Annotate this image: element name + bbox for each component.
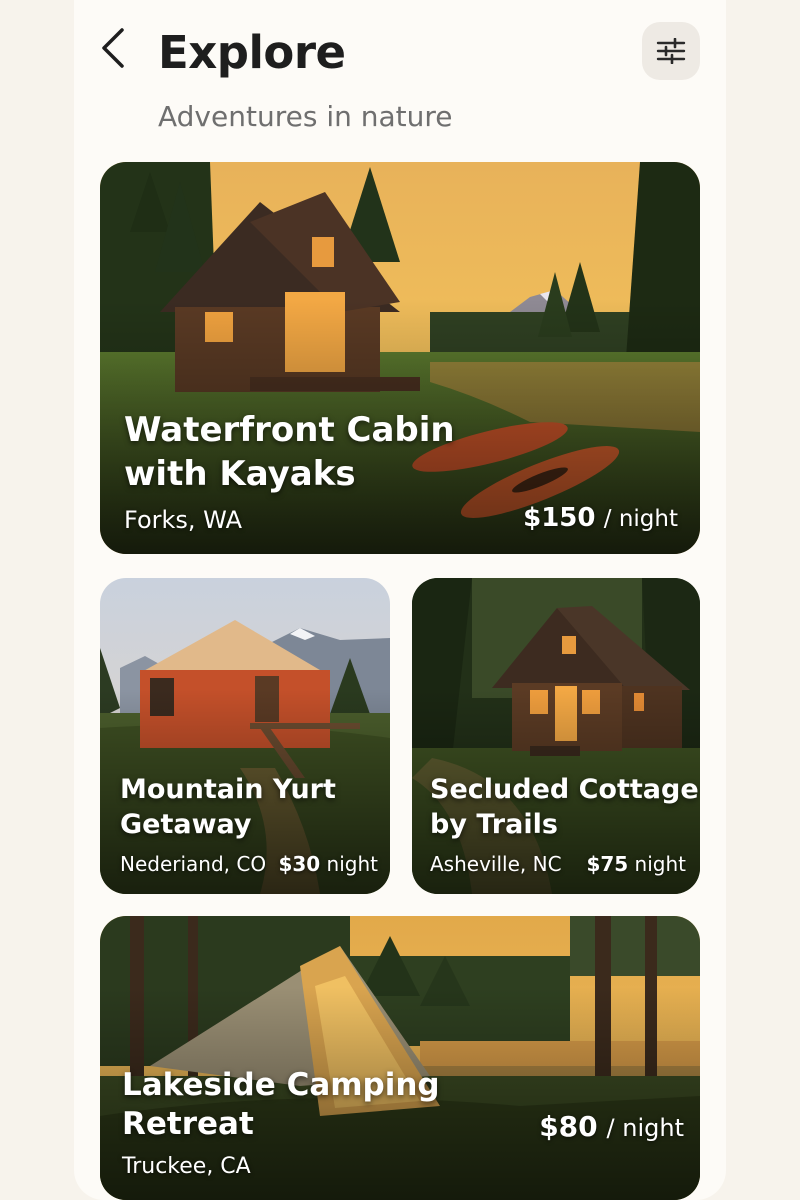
filter-button[interactable] (642, 22, 700, 80)
listing-card-waterfront-cabin[interactable]: Waterfront Cabin with Kayaks Forks, WA $… (100, 162, 700, 554)
listing-price: $30 night (278, 852, 378, 876)
sliders-icon (656, 38, 686, 64)
listing-location: Forks, WA (124, 506, 242, 534)
listing-card-lakeside-camping[interactable]: Lakeside Camping Retreat Truckee, CA $80… (100, 916, 700, 1200)
listing-card-mountain-yurt[interactable]: Mountain Yurt Getaway Nederiand, CO $30 … (100, 578, 390, 894)
listing-price: $75 night (586, 852, 686, 876)
chevron-left-icon (102, 28, 124, 68)
listing-location: Nederiand, CO (120, 852, 267, 876)
page-title: Explore (158, 26, 346, 79)
listing-title: Lakeside Camping Retreat (122, 1067, 440, 1142)
listing-title: Secluded Cottage by Trails (430, 774, 699, 840)
listing-price: $150 / night (523, 503, 678, 533)
listing-card-secluded-cottage[interactable]: Secluded Cottage by Trails Asheville, NC… (412, 578, 700, 894)
listing-location: Truckee, CA (122, 1154, 251, 1179)
page-subtitle: Adventures in nature (158, 100, 453, 133)
back-button[interactable] (96, 26, 136, 70)
listing-title: Waterfront Cabin with Kayaks (124, 410, 455, 494)
listing-price: $80 / night (539, 1110, 684, 1143)
listing-title: Mountain Yurt Getaway (120, 774, 336, 840)
listing-location: Asheville, NC (430, 852, 562, 876)
